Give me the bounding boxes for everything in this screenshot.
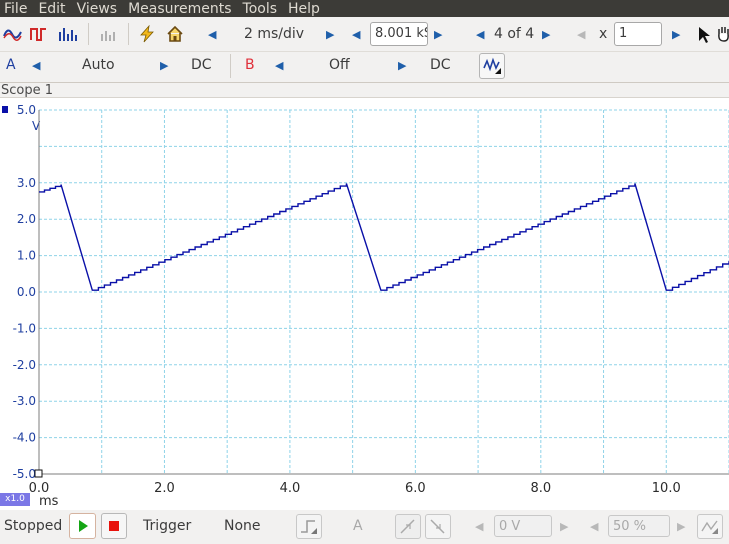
channel-b-coupling[interactable]: DC <box>430 57 451 73</box>
y-tick-label: -2.0 <box>13 358 36 372</box>
rising-edge-button[interactable] <box>395 514 421 539</box>
pretrigger-decrease-icon[interactable]: ◀ <box>590 520 598 533</box>
scope-mode-icon[interactable] <box>3 26 23 42</box>
zoom-badge: x1.0 <box>0 493 30 506</box>
run-state: Stopped <box>4 518 63 534</box>
waveform-plot[interactable]: 5.03.02.01.00.0-1.0-2.0-3.0-4.0-5.00.0 2.… <box>0 83 729 511</box>
trigger-properties-button[interactable] <box>697 514 723 539</box>
persistence-mode-icon[interactable] <box>30 26 48 42</box>
toolbar-separator <box>128 23 129 45</box>
scope-view[interactable]: Scope 1 V 5.0 3.0 2.0 1.0 0.0 -1.0 -2.0 -3.0 -4.… <box>0 82 729 510</box>
y-tick-label: -1.0 <box>13 321 36 335</box>
capture-previous-icon[interactable]: ◀ <box>476 28 484 41</box>
falling-edge-icon <box>430 519 445 534</box>
x-tick-label: 8.0 <box>530 481 551 496</box>
trigger-properties-icon <box>701 520 718 534</box>
waveform-options-icon <box>483 57 501 74</box>
toolbar-separator <box>230 54 231 78</box>
zoom-decrease-icon[interactable]: ◀ <box>577 28 585 41</box>
channel-b-range-decrease-icon[interactable]: ◀ <box>275 59 283 72</box>
menu-views[interactable]: Views <box>73 1 121 17</box>
channel-a-label[interactable]: A <box>6 57 16 73</box>
stop-button[interactable] <box>101 513 127 539</box>
channel-a-coupling[interactable]: DC <box>191 57 212 73</box>
channel-toolbar: A ◀ Auto ▶ DC B ◀ Off ▶ DC <box>0 52 729 82</box>
menu-help[interactable]: Help <box>284 1 323 17</box>
trigger-label: Trigger <box>143 518 192 534</box>
origin-marker <box>34 469 43 478</box>
x-tick-label: 10.0 <box>652 481 681 496</box>
menu-edit[interactable]: Edit <box>34 1 68 17</box>
main-toolbar: ◀ 2 ms/div ▶ ◀ 8.001 kS ▶ ◀ 4 of 4 ▶ ◀ x… <box>0 17 729 52</box>
y-tick-label: -3.0 <box>13 394 36 408</box>
x-axis-unit: ms <box>39 494 59 509</box>
capture-counter: 4 of 4 <box>494 26 535 42</box>
y-tick-label: 3.0 <box>17 176 36 190</box>
x-tick-label: 2.0 <box>154 481 175 496</box>
samples-increase-icon[interactable]: ▶ <box>434 28 442 41</box>
status-bar: Stopped Trigger None A ◀ 0 V ▶ ◀ 50 % ▶ <box>0 510 729 544</box>
menu-measurements[interactable]: Measurements <box>124 1 234 17</box>
spectrum-mode-icon[interactable] <box>58 26 78 42</box>
y-tick-label: -5.0 <box>13 467 36 481</box>
zoom-field[interactable]: 1 <box>614 22 662 46</box>
y-tick-label: 5.0 <box>17 103 36 117</box>
y-tick-label: 0.0 <box>17 285 36 299</box>
menu-bar: File Edit Views Measurements Tools Help <box>0 0 729 17</box>
threshold-decrease-icon[interactable]: ◀ <box>475 520 483 533</box>
zoom-increase-icon[interactable]: ▶ <box>672 28 680 41</box>
play-icon <box>79 520 88 532</box>
trigger-settings-icon <box>301 520 317 534</box>
y-tick-label: -4.0 <box>13 431 36 445</box>
samples-field[interactable]: 8.001 kS <box>370 22 428 46</box>
timebase-decrease-icon[interactable]: ◀ <box>208 28 216 41</box>
pretrigger-increase-icon[interactable]: ▶ <box>677 520 685 533</box>
channel-options-button[interactable] <box>479 53 505 79</box>
y-tick-label: 1.0 <box>17 249 36 263</box>
threshold-increase-icon[interactable]: ▶ <box>560 520 568 533</box>
advanced-trigger-button[interactable] <box>296 514 322 539</box>
stop-icon <box>109 521 119 531</box>
math-channels-icon[interactable] <box>100 26 120 42</box>
y-tick-label: 2.0 <box>17 212 36 226</box>
channel-a-range-increase-icon[interactable]: ▶ <box>160 59 168 72</box>
trigger-mode[interactable]: None <box>224 518 261 534</box>
channel-b-label[interactable]: B <box>245 57 255 73</box>
capture-next-icon[interactable]: ▶ <box>542 28 550 41</box>
zoom-prefix: x <box>599 26 608 42</box>
pointer-tool-icon[interactable] <box>697 26 711 44</box>
menu-file[interactable]: File <box>0 1 30 17</box>
toolbar-separator <box>88 23 89 45</box>
menu-tools[interactable]: Tools <box>239 1 281 17</box>
channel-b-range-increase-icon[interactable]: ▶ <box>398 59 406 72</box>
x-tick-label: 4.0 <box>280 481 301 496</box>
start-button[interactable] <box>69 513 96 539</box>
threshold-field[interactable]: 0 V <box>494 515 552 537</box>
home-icon[interactable] <box>166 25 184 43</box>
pretrigger-field[interactable]: 50 % <box>608 515 670 537</box>
rising-edge-icon <box>400 519 415 534</box>
x-tick-label: 6.0 <box>405 481 426 496</box>
waveform-trace <box>39 183 729 291</box>
hand-tool-icon[interactable] <box>716 25 729 43</box>
timebase-value[interactable]: 2 ms/div <box>244 26 304 42</box>
channel-a-range-decrease-icon[interactable]: ◀ <box>32 59 40 72</box>
trigger-channel[interactable]: A <box>353 518 363 534</box>
samples-decrease-icon[interactable]: ◀ <box>352 28 360 41</box>
channel-a-range[interactable]: Auto <box>82 57 115 73</box>
timebase-increase-icon[interactable]: ▶ <box>326 28 334 41</box>
lightning-icon[interactable] <box>138 25 156 43</box>
falling-edge-button[interactable] <box>425 514 451 539</box>
channel-b-range[interactable]: Off <box>329 57 350 73</box>
